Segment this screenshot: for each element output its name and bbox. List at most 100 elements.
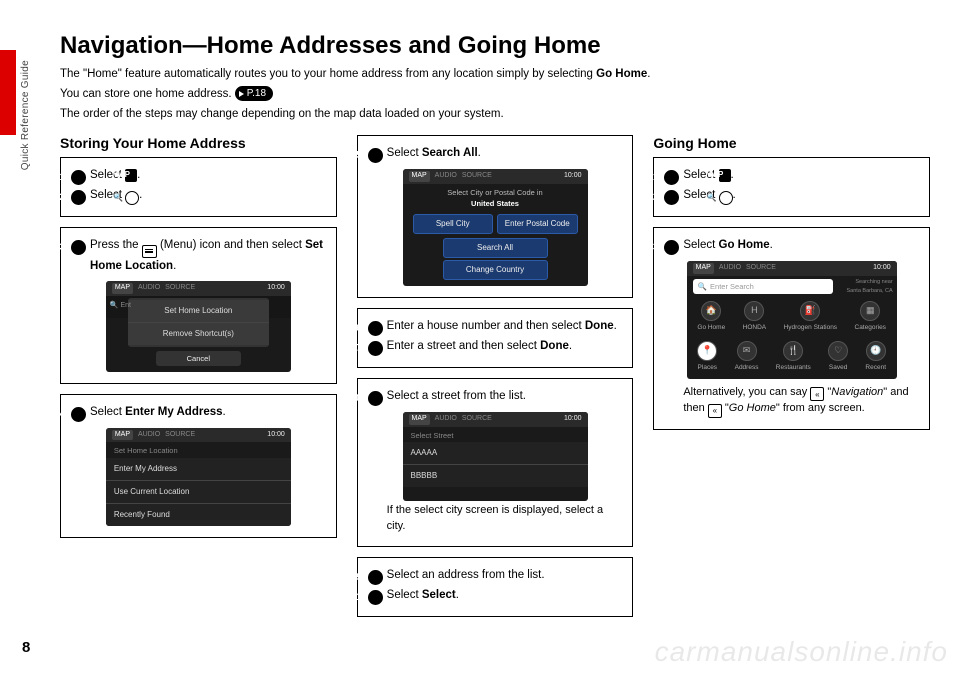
step-9: 9Select an address from the list. (368, 567, 623, 585)
gh-step-2: 2Select 🔍. (664, 187, 919, 205)
page-title: Navigation—Home Addresses and Going Home (60, 32, 930, 60)
bullet-7: 7 (368, 341, 383, 356)
s5-search: 🔍 Enter Search (693, 279, 833, 294)
s4-t2: AUDIO (435, 414, 457, 425)
col2-box-4: 9Select an address from the list. 10 Sele… (357, 557, 634, 617)
gh-n2: Navigation (831, 386, 883, 398)
bullet-8: 8 (368, 391, 383, 406)
s5-topbar: MAPAUDIOSOURCE 10:00 (687, 261, 897, 276)
screen-street-list: MAPAUDIOSOURCE 10:00 Select Street AAAAA… (403, 412, 588, 501)
s10b: Select (422, 589, 456, 601)
bullet-4: 4 (71, 407, 86, 422)
s2-topbar: MAPAUDIOSOURCE 10:00 (106, 428, 291, 443)
s5b: Search All (422, 147, 478, 159)
s5-loc: Searching near Santa Barbara, CA (842, 278, 897, 295)
s2-i2: Use Current Location (106, 481, 291, 504)
intro-line-2: You can store one home address. P.18 (60, 86, 930, 104)
bullet-6: 6 (368, 321, 383, 336)
gh-bullet-3: 3 (664, 240, 679, 255)
ic-hydrogen: ⛽Hydrogen Stations (784, 301, 837, 333)
s1-popup: Set Home Location Remove Shortcut(s) (128, 298, 269, 347)
s5-t2: AUDIO (719, 263, 741, 274)
gh-step-1: 1Select MAP. (664, 167, 919, 185)
s2-t2: AUDIO (138, 430, 160, 441)
s3-b3: Search All (443, 238, 548, 258)
s3-t1: MAP (409, 171, 430, 182)
intro-1c: . (647, 68, 650, 80)
voice-icon-2: « (708, 404, 722, 418)
s5-row2: 📍Places ✉Address 🍴Restaurants ♡Saved 🕘Re… (687, 337, 897, 379)
screen-search-all: MAPAUDIOSOURCE 10:00 Select City or Post… (403, 169, 588, 286)
ic-address: ✉Address (735, 341, 759, 373)
step-5: 5Select Search All. (368, 145, 623, 163)
step3a: Press the (90, 239, 142, 251)
gh-s3b: Go Home (719, 239, 770, 251)
s9: Select an address from the list. (387, 569, 545, 581)
bullet-1: 1 (71, 170, 86, 185)
column-2: 5Select Search All. MAPAUDIOSOURCE 10:00… (357, 135, 634, 627)
screen-set-home-popup: MAPAUDIOSOURCE 10:00 🔍 Ent Set Home Loca… (106, 281, 291, 372)
ic-places: 📍Places (697, 341, 717, 373)
s4-clock: 10:00 (564, 414, 582, 425)
red-side-tab (0, 50, 16, 135)
s1-pop1: Set Home Location (128, 300, 269, 323)
step4b: Enter My Address (125, 406, 222, 418)
s4-hdr: Select Street (403, 427, 588, 442)
gh-n1: Alternatively, you can say (683, 386, 810, 398)
page-reference-badge: P.18 (235, 86, 273, 101)
s4-t1: MAP (409, 414, 430, 425)
s1-tab2: AUDIO (138, 283, 160, 294)
step-10: 10Select Select. (368, 587, 623, 605)
s5-row1: 🏠Go Home HHONDA ⛽Hydrogen Stations ▦Cate… (687, 297, 897, 337)
s7b: Done (540, 340, 569, 352)
s3-b1: Spell City (413, 214, 494, 234)
gh-n4: Go Home (729, 402, 776, 414)
s6b: Done (585, 320, 614, 332)
s2-i3: Recently Found (106, 504, 291, 526)
columns-container: Storing Your Home Address 1Select MAP. 2… (60, 135, 930, 627)
intro-line-3: The order of the steps may change depend… (60, 106, 930, 124)
s3-hdr2: United States (471, 199, 519, 208)
s6a: Enter a house number and then select (387, 320, 585, 332)
side-section-label: Quick Reference Guide (20, 60, 31, 170)
step8-note: If the select city screen is displayed, … (368, 503, 623, 535)
map-button-icon: MAP (125, 169, 137, 182)
col2-box-2: 6 Enter a house number and then select Do… (357, 308, 634, 368)
s7a: Enter a street and then select (387, 340, 540, 352)
s8: Select a street from the list. (387, 390, 526, 402)
col1-box-2: 3 Press the (Menu) icon and then select S… (60, 227, 337, 384)
gh-bullet-2: 2 (664, 190, 679, 205)
screen1-topbar: MAPAUDIOSOURCE 10:00 (106, 281, 291, 296)
watermark: carmanualsonline.info (655, 636, 948, 668)
s3-clock: 10:00 (564, 171, 582, 182)
s2-i1: Enter My Address (106, 458, 291, 481)
intro-line-1: The "Home" feature automatically routes … (60, 66, 930, 84)
bullet-3: 3 (71, 240, 86, 255)
step3b: (Menu) icon and then select (157, 239, 305, 251)
ic-categories: ▦Categories (855, 301, 886, 333)
step-8: 8 Select a street from the list. (368, 388, 623, 406)
gh-s3a: Select (683, 239, 718, 251)
step-2: 2Select 🔍. (71, 187, 326, 205)
s3-topbar: MAPAUDIOSOURCE 10:00 (403, 169, 588, 184)
ic-saved: ♡Saved (828, 341, 848, 373)
s4-topbar: MAP AUDIO SOURCE 10:00 (403, 412, 588, 427)
s5-clock: 10:00 (873, 263, 891, 274)
s3-hdr: Select City or Postal Code inUnited Stat… (403, 184, 588, 211)
search-icon-2: 🔍 (719, 191, 733, 205)
gh-n5: " from any screen. (776, 402, 865, 414)
ic-gohome: 🏠Go Home (697, 301, 725, 333)
screen-enter-address: MAPAUDIOSOURCE 10:00 Set Home Location E… (106, 428, 291, 526)
col2-box-3: 8 Select a street from the list. MAP AUDIO… (357, 378, 634, 547)
step4a: Select (90, 406, 125, 418)
step-3: 3Press the (Menu) icon and then select S… (71, 237, 326, 275)
gh-bullet-1: 1 (664, 170, 679, 185)
bullet-5: 5 (368, 148, 383, 163)
bullet-2: 2 (71, 190, 86, 205)
s3-b2: Enter Postal Code (497, 214, 578, 234)
s1-cancel: Cancel (156, 351, 241, 366)
s5-t3: SOURCE (746, 263, 776, 274)
bullet-10: 10 (368, 590, 383, 605)
s3-b4: Change Country (443, 260, 548, 280)
s4-t3: SOURCE (462, 414, 492, 425)
